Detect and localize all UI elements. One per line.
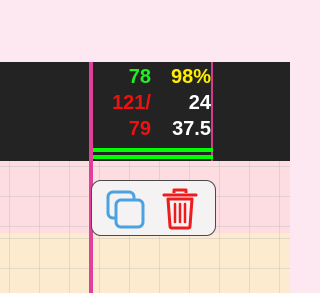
action-popup (91, 180, 216, 236)
stat-green-value: 78 (128, 66, 151, 88)
stat-red-top-value: 121/ (112, 92, 151, 114)
duplicate-icon (106, 190, 145, 229)
trash-icon (162, 188, 198, 230)
status-bar-bottom (93, 155, 213, 159)
stat-white-bottom-value: 37.5 (172, 118, 211, 140)
status-bar-top (93, 148, 213, 152)
stat-white-mid-value: 24 (188, 92, 211, 114)
stats-card[interactable]: 78 98% 121/ 24 79 37.5 (93, 62, 213, 161)
top-background (0, 0, 290, 62)
stat-percent-value: 98% (170, 66, 211, 88)
stat-red-bottom-value: 79 (128, 118, 151, 140)
playhead-line[interactable] (89, 62, 93, 293)
grid-row-cream (0, 233, 290, 293)
duplicate-button[interactable] (104, 187, 148, 231)
delete-button[interactable] (158, 187, 202, 231)
